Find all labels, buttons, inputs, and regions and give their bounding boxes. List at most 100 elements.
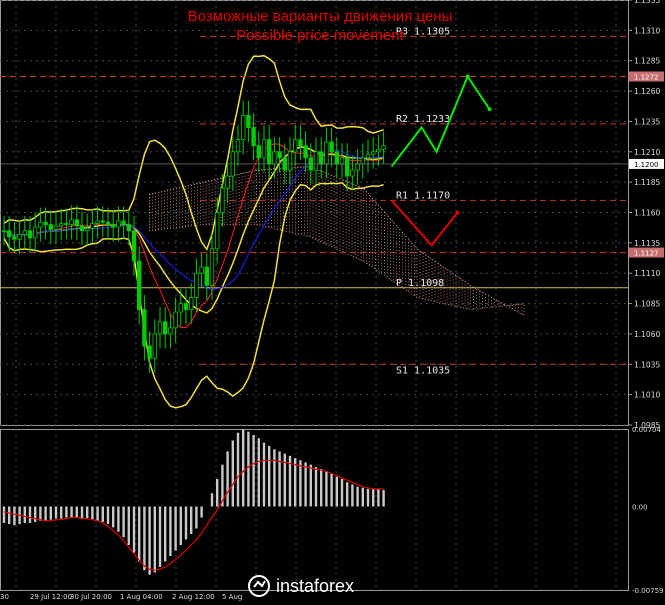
- candle-body: [147, 345, 152, 359]
- price-tick-label: 1.1260: [634, 87, 660, 96]
- price-tick-label: 1.1335: [634, 0, 660, 5]
- candle-body: [370, 151, 376, 155]
- candle-body: [251, 127, 256, 147]
- price-tick-label: 1.1160: [634, 209, 660, 218]
- current-price-tag: 1.1200: [634, 161, 659, 169]
- time-label: 29 Jul 12:00: [30, 593, 72, 601]
- candle-body: [136, 260, 142, 311]
- candle-body: [168, 327, 173, 335]
- candle-body: [27, 230, 33, 239]
- chart-title-ru: Возможные варианты движения цены: [187, 8, 453, 25]
- forecast-down-path: [390, 199, 459, 247]
- candle-body: [298, 139, 303, 147]
- price-tag: 1.1127: [634, 250, 659, 258]
- price-tag: 1.1272: [634, 74, 659, 82]
- candle-body: [173, 311, 178, 329]
- candle-body: [38, 221, 43, 228]
- candle-body: [105, 221, 111, 226]
- candle-body: [33, 226, 38, 239]
- candle-body: [235, 139, 241, 153]
- candle-body: [199, 266, 204, 274]
- candle-body: [272, 151, 277, 165]
- macd-tick-label: -0.00759: [632, 587, 663, 595]
- macd-panel: 0.00704 0.00 -0.00759: [2, 426, 663, 595]
- price-tick-label: 1.1135: [634, 239, 660, 248]
- candle-body: [339, 157, 345, 165]
- price-tick-label: 1.1235: [634, 117, 660, 126]
- candle-body: [90, 223, 95, 229]
- macd-tick-label: 0.00: [632, 503, 648, 511]
- ichimoku-cloud: [149, 165, 525, 317]
- candle-body: [79, 225, 85, 232]
- level-label-r2: R2 1.1233: [396, 114, 450, 125]
- candle-body: [7, 230, 12, 238]
- candle-body: [334, 151, 339, 165]
- candle-body: [324, 141, 329, 165]
- candle-body: [152, 333, 157, 359]
- candle-body: [344, 157, 350, 177]
- candle-body: [157, 321, 163, 335]
- candle-body: [53, 225, 59, 230]
- candle-body: [12, 236, 17, 240]
- candle-body: [1, 230, 7, 233]
- candle-body: [178, 303, 183, 313]
- candle-body: [277, 151, 282, 159]
- candle-body: [204, 266, 209, 286]
- candle-body: [220, 187, 225, 213]
- candle-body: [43, 221, 48, 226]
- chart-canvas: R3 1.1305R2 1.1233R1 1.1170P 1.1098S1 1.…: [0, 0, 664, 601]
- candle-body: [59, 223, 64, 227]
- grid-main: [0, 0, 629, 591]
- candle-body: [162, 321, 168, 335]
- candle-body: [69, 219, 74, 226]
- time-label: 1 Aug 04:00: [120, 593, 163, 601]
- time-label: 5 Aug: [222, 593, 242, 601]
- candle-body: [209, 248, 215, 286]
- candle-body: [64, 223, 69, 226]
- candle-body: [350, 169, 355, 177]
- candle-body: [381, 145, 386, 150]
- price-tick-label: 1.1010: [634, 391, 660, 400]
- price-tick-label: 1.1060: [634, 330, 660, 339]
- chart-title-en: Possible price movement: [236, 27, 404, 44]
- candle-body: [131, 230, 137, 262]
- candle-body: [194, 272, 199, 298]
- candle-body: [266, 139, 272, 165]
- candle-body: [116, 220, 121, 228]
- candle-body: [214, 212, 220, 250]
- candle-body: [188, 297, 194, 311]
- candle-body: [318, 151, 324, 165]
- time-label: 2 Aug 12:00: [172, 593, 215, 601]
- candle-body: [74, 219, 79, 227]
- candle-body: [376, 148, 381, 153]
- price-axis: 1.13351.13101.12851.12601.12351.12101.11…: [0, 0, 664, 430]
- level-label-s1: S1 1.1035: [396, 365, 450, 376]
- candle-body: [292, 139, 298, 153]
- price-tick-label: 1.1210: [634, 148, 660, 157]
- macd-tick-label: 0.00704: [632, 426, 661, 434]
- level-label-r1: R1 1.1170: [396, 190, 450, 201]
- candle-body: [360, 157, 365, 165]
- macd-panel-frame: [0, 429, 629, 591]
- pivot-levels: R3 1.1305R2 1.1233R1 1.1170P 1.1098S1 1.…: [0, 26, 628, 376]
- price-tick-label: 1.1085: [634, 300, 660, 309]
- candle-body: [121, 220, 126, 226]
- time-label: 30: [0, 593, 9, 601]
- candle-body: [261, 139, 267, 159]
- candle-body: [313, 151, 319, 171]
- candle-body: [365, 153, 371, 159]
- forecast-arrows: [390, 74, 492, 247]
- candle-body: [287, 151, 293, 171]
- candle-body: [48, 224, 53, 230]
- candle-body: [256, 145, 261, 159]
- candle-body: [329, 141, 334, 153]
- price-tick-label: 1.1185: [634, 178, 660, 187]
- time-label: 30 Jul 20:00: [70, 593, 112, 601]
- forecast-arrow-head: [455, 210, 460, 215]
- candle-body: [303, 145, 308, 159]
- price-tick-label: 1.1110: [634, 269, 660, 278]
- candle-body: [126, 224, 131, 232]
- time-axis: 30 29 Jul 12:0030 Jul 20:00 1 Aug 04:00 2 A…: [0, 593, 242, 601]
- candle-body: [355, 163, 360, 171]
- candle-body: [246, 114, 251, 128]
